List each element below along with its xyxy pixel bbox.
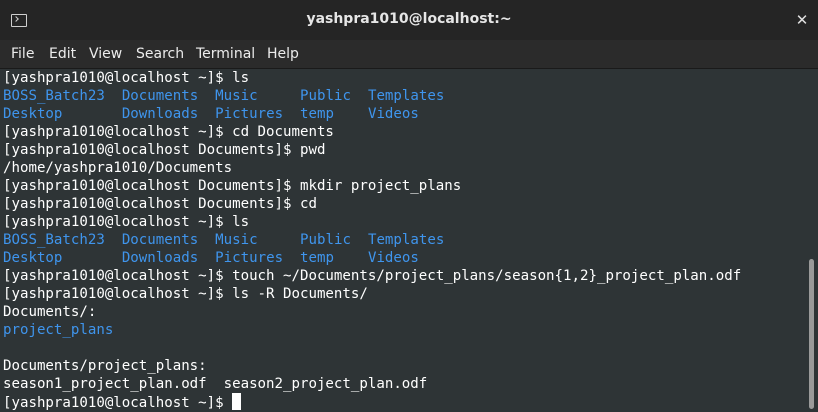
directory-name: BOSS_Batch23 xyxy=(3,88,105,104)
directory-name: Pictures xyxy=(215,106,284,122)
terminal-text: [yashpra1010@localhost Documents]$ cd xyxy=(3,196,317,212)
terminal-line: /home/yashpra1010/Documents xyxy=(3,159,232,177)
terminal-line: Desktop Downloads Pictures temp Videos xyxy=(3,105,419,123)
terminal-line: season1_project_plan.odf season2_project… xyxy=(3,375,427,393)
terminal-text: /home/yashpra1010/Documents xyxy=(3,160,233,176)
terminal-text: [yashpra1010@localhost ~]$ cd Documents xyxy=(3,124,334,140)
terminal-text: [yashpra1010@localhost ~]$ touch ~/Docum… xyxy=(3,268,742,284)
terminal-line: BOSS_Batch23 Documents Music Public Temp… xyxy=(3,231,444,249)
terminal-line: Documents/project_plans: xyxy=(3,357,207,375)
terminal-text: [yashpra1010@localhost ~]$ xyxy=(3,395,233,411)
terminal-text: season1_project_plan.odf season2_project… xyxy=(3,376,428,392)
directory-name: Videos xyxy=(367,106,419,122)
scrollbar-thumb[interactable] xyxy=(809,259,814,409)
directory-name: temp xyxy=(300,250,334,266)
terminal-text: Documents/project_plans: xyxy=(3,358,207,374)
terminal-text: [yashpra1010@localhost ~]$ ls -R Documen… xyxy=(3,286,368,302)
directory-name: temp xyxy=(300,106,334,122)
terminal-line: [yashpra1010@localhost Documents]$ mkdir… xyxy=(3,177,461,195)
menu-search[interactable]: Search xyxy=(136,46,184,62)
directory-name: project_plans xyxy=(3,322,114,338)
directory-name: Downloads xyxy=(121,106,199,122)
directory-name: Documents xyxy=(121,232,199,248)
terminal-line: [yashpra1010@localhost ~]$ touch ~/Docum… xyxy=(3,267,741,285)
terminal-line: Documents/: xyxy=(3,303,96,321)
window-title: yashpra1010@localhost:~ xyxy=(306,11,512,27)
close-button[interactable]: ✕ xyxy=(792,10,812,30)
directory-name: Downloads xyxy=(121,250,199,266)
terminal-text: [yashpra1010@localhost Documents]$ mkdir… xyxy=(3,178,462,194)
terminal-line: project_plans xyxy=(3,321,113,339)
terminal-text: [yashpra1010@localhost ~]$ ls xyxy=(3,214,250,230)
terminal-output[interactable]: [yashpra1010@localhost ~]$ ls BOSS_Batch2… xyxy=(0,69,806,412)
terminal-line: [yashpra1010@localhost Documents]$ pwd xyxy=(3,141,325,159)
directory-name: Templates xyxy=(367,232,445,248)
terminal-line: BOSS_Batch23 Documents Music Public Temp… xyxy=(3,87,444,105)
menu-terminal[interactable]: Terminal xyxy=(196,46,255,62)
menu-help[interactable]: Help xyxy=(267,46,299,62)
terminal-line: [yashpra1010@localhost ~]$ ls xyxy=(3,213,249,231)
terminal-line: [yashpra1010@localhost ~]$ ls -R Documen… xyxy=(3,285,368,303)
directory-name: Music xyxy=(215,88,258,104)
directory-name: Videos xyxy=(367,250,419,266)
directory-name: Documents xyxy=(121,88,199,104)
menu-file[interactable]: File xyxy=(11,46,34,62)
text-cursor xyxy=(232,393,242,410)
directory-name: Desktop xyxy=(3,106,63,122)
directory-name: Templates xyxy=(367,88,445,104)
terminal-window: yashpra1010@localhost:~ ✕ File Edit View… xyxy=(0,0,818,412)
directory-name: Public xyxy=(300,232,351,248)
directory-name: Music xyxy=(215,232,258,248)
directory-name: Desktop xyxy=(3,250,63,266)
title-bar[interactable]: yashpra1010@localhost:~ ✕ xyxy=(0,0,818,40)
menu-bar: File Edit View Search Terminal Help xyxy=(0,40,818,69)
directory-name: BOSS_Batch23 xyxy=(3,232,105,248)
vertical-scrollbar[interactable] xyxy=(806,69,818,412)
menu-view[interactable]: View xyxy=(89,46,122,62)
terminal-line: Desktop Downloads Pictures temp Videos xyxy=(3,249,419,267)
directory-name: Public xyxy=(300,88,351,104)
menu-edit[interactable]: Edit xyxy=(49,46,76,62)
terminal-line: [yashpra1010@localhost ~]$ cd Documents xyxy=(3,123,334,141)
directory-name: Pictures xyxy=(215,250,284,266)
terminal-text: [yashpra1010@localhost ~]$ ls xyxy=(3,70,250,86)
terminal-line: [yashpra1010@localhost Documents]$ cd xyxy=(3,195,317,213)
terminal-line: [yashpra1010@localhost ~]$ ls xyxy=(3,69,249,87)
terminal-text: [yashpra1010@localhost Documents]$ pwd xyxy=(3,142,326,158)
terminal-text: Documents/: xyxy=(3,304,97,320)
terminal-line: [yashpra1010@localhost ~]$ xyxy=(3,393,242,411)
